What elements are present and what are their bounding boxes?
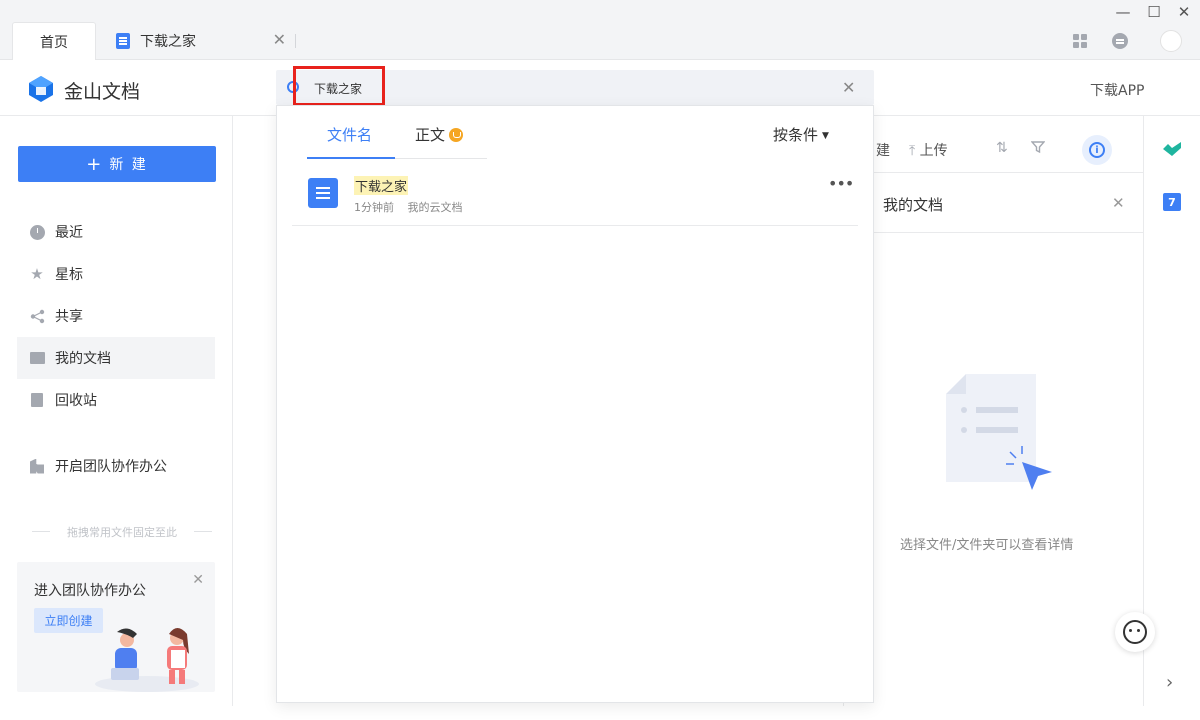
app-name: 金山文档	[64, 81, 141, 103]
empty-document-illustration	[946, 374, 1052, 490]
result-location: 我的云文档	[407, 201, 463, 214]
search-clear-icon[interactable]: ✕	[842, 78, 855, 97]
tab-body-text[interactable]: 正文	[415, 124, 464, 145]
sidebar-item-starred[interactable]: ★ 星标	[17, 253, 215, 295]
sidebar-item-label: 我的文档	[55, 351, 111, 367]
search-input[interactable]	[306, 78, 666, 98]
star-icon: ★	[30, 265, 44, 283]
details-header: 我的文档 ✕	[844, 172, 1144, 233]
todo-check-icon[interactable]	[1161, 140, 1183, 162]
tab-document-label: 下载之家	[140, 34, 196, 50]
sidebar-item-shared[interactable]: 共享	[17, 295, 215, 337]
team-card-title: 进入团队协作办公	[34, 583, 146, 599]
details-close-icon[interactable]: ✕	[1112, 194, 1125, 212]
upload-button[interactable]: ⤒ 上传	[909, 140, 948, 160]
tab-body-text-label: 正文	[415, 126, 446, 144]
tab-divider	[295, 34, 296, 48]
details-panel: 建 ⤒ 上传 ⇅ i 我的文档 ✕ 选择文件/文件夹可以查看详情	[843, 116, 1144, 706]
title-bar: 首页 下载之家 ✕ — ☐ ✕	[0, 0, 1200, 60]
sort-icon[interactable]: ⇅	[996, 140, 1008, 156]
team-building-icon	[29, 458, 45, 474]
filter-icon[interactable]	[1030, 140, 1046, 158]
vip-badge-icon	[449, 127, 464, 142]
maximize-icon[interactable]: ☐	[1142, 3, 1166, 21]
avatar[interactable]	[1160, 30, 1182, 52]
details-title: 我的文档	[883, 196, 944, 214]
message-icon[interactable]	[1112, 33, 1128, 49]
calendar-icon[interactable]: 7	[1163, 193, 1181, 211]
sidebar-item-my-documents[interactable]: 我的文档	[17, 337, 215, 379]
details-empty-text: 选择文件/文件夹可以查看详情	[900, 538, 1074, 553]
sidebar-item-recent[interactable]: 最近	[17, 211, 215, 253]
search-result-item[interactable]: 下载之家 1分钟前 我的云文档 •••	[292, 168, 858, 226]
trash-icon	[29, 392, 45, 408]
minimize-icon[interactable]: —	[1111, 3, 1135, 21]
tab-home-label: 首页	[40, 34, 68, 51]
folder-icon	[29, 350, 45, 366]
team-promo-card: 进入团队协作办公 ✕ 立即创建	[17, 562, 215, 692]
filter-label: 按条件	[773, 126, 819, 144]
clock-icon	[29, 224, 45, 240]
tab-filename[interactable]: 文件名	[327, 124, 372, 145]
download-app-link[interactable]: 下载APP	[1090, 80, 1144, 100]
team-card-close-icon[interactable]: ✕	[192, 572, 204, 588]
chevron-right-icon[interactable]: ›	[1166, 672, 1173, 693]
team-illustration	[95, 628, 199, 692]
info-button[interactable]: i	[1082, 135, 1112, 165]
search-results-popup: 文件名 正文 按条件 ▼ 下载之家 1分钟前 我的云文档 •••	[276, 105, 874, 703]
assistant-bot-icon[interactable]	[1115, 612, 1155, 652]
search-bar: ✕	[276, 70, 874, 105]
sidebar-item-trash[interactable]: 回收站	[17, 379, 215, 421]
share-icon	[29, 308, 45, 324]
pin-hint: 拖拽常用文件固定至此	[32, 524, 212, 540]
upload-icon: ⤒	[909, 143, 916, 159]
tab-close-icon[interactable]: ✕	[273, 32, 286, 48]
new-button[interactable]: + 新 建	[18, 146, 216, 182]
result-meta: 1分钟前 我的云文档	[354, 199, 463, 215]
upload-label: 上传	[919, 143, 948, 159]
new-tool-button[interactable]: 建	[876, 140, 890, 160]
active-tab-underline	[307, 157, 395, 159]
sidebar-item-label: 回收站	[55, 393, 97, 409]
tab-document[interactable]: 下载之家 ✕	[104, 22, 296, 60]
result-name: 下载之家	[354, 176, 409, 195]
new-button-label: 新 建	[109, 157, 148, 173]
result-time: 1分钟前	[354, 201, 394, 214]
sidebar-item-label: 共享	[55, 309, 83, 325]
info-icon: i	[1089, 142, 1105, 158]
tab-home[interactable]: 首页	[12, 22, 96, 60]
sidebar-item-team-office[interactable]: 开启团队协作办公	[17, 445, 215, 487]
search-icon	[287, 81, 299, 93]
filter-dropdown[interactable]: 按条件 ▼	[773, 124, 829, 145]
sidebar-item-label: 最近	[55, 225, 83, 241]
plus-icon: +	[86, 153, 104, 175]
app-logo-icon	[29, 76, 53, 102]
sidebar-item-label: 开启团队协作办公	[55, 459, 167, 475]
document-icon	[308, 178, 338, 208]
more-options-icon[interactable]: •••	[828, 174, 854, 193]
sidebar-item-label: 星标	[55, 267, 83, 283]
apps-grid-icon[interactable]	[1073, 34, 1087, 48]
document-icon	[116, 33, 130, 49]
window-close-icon[interactable]: ✕	[1172, 3, 1196, 21]
sidebar: + 新 建 最近 ★ 星标 共享 我的文档 回收站 开启团队协作办公 拖拽常用文…	[0, 116, 233, 706]
caret-down-icon: ▼	[822, 130, 829, 141]
right-toolbar: 7	[1143, 116, 1200, 706]
